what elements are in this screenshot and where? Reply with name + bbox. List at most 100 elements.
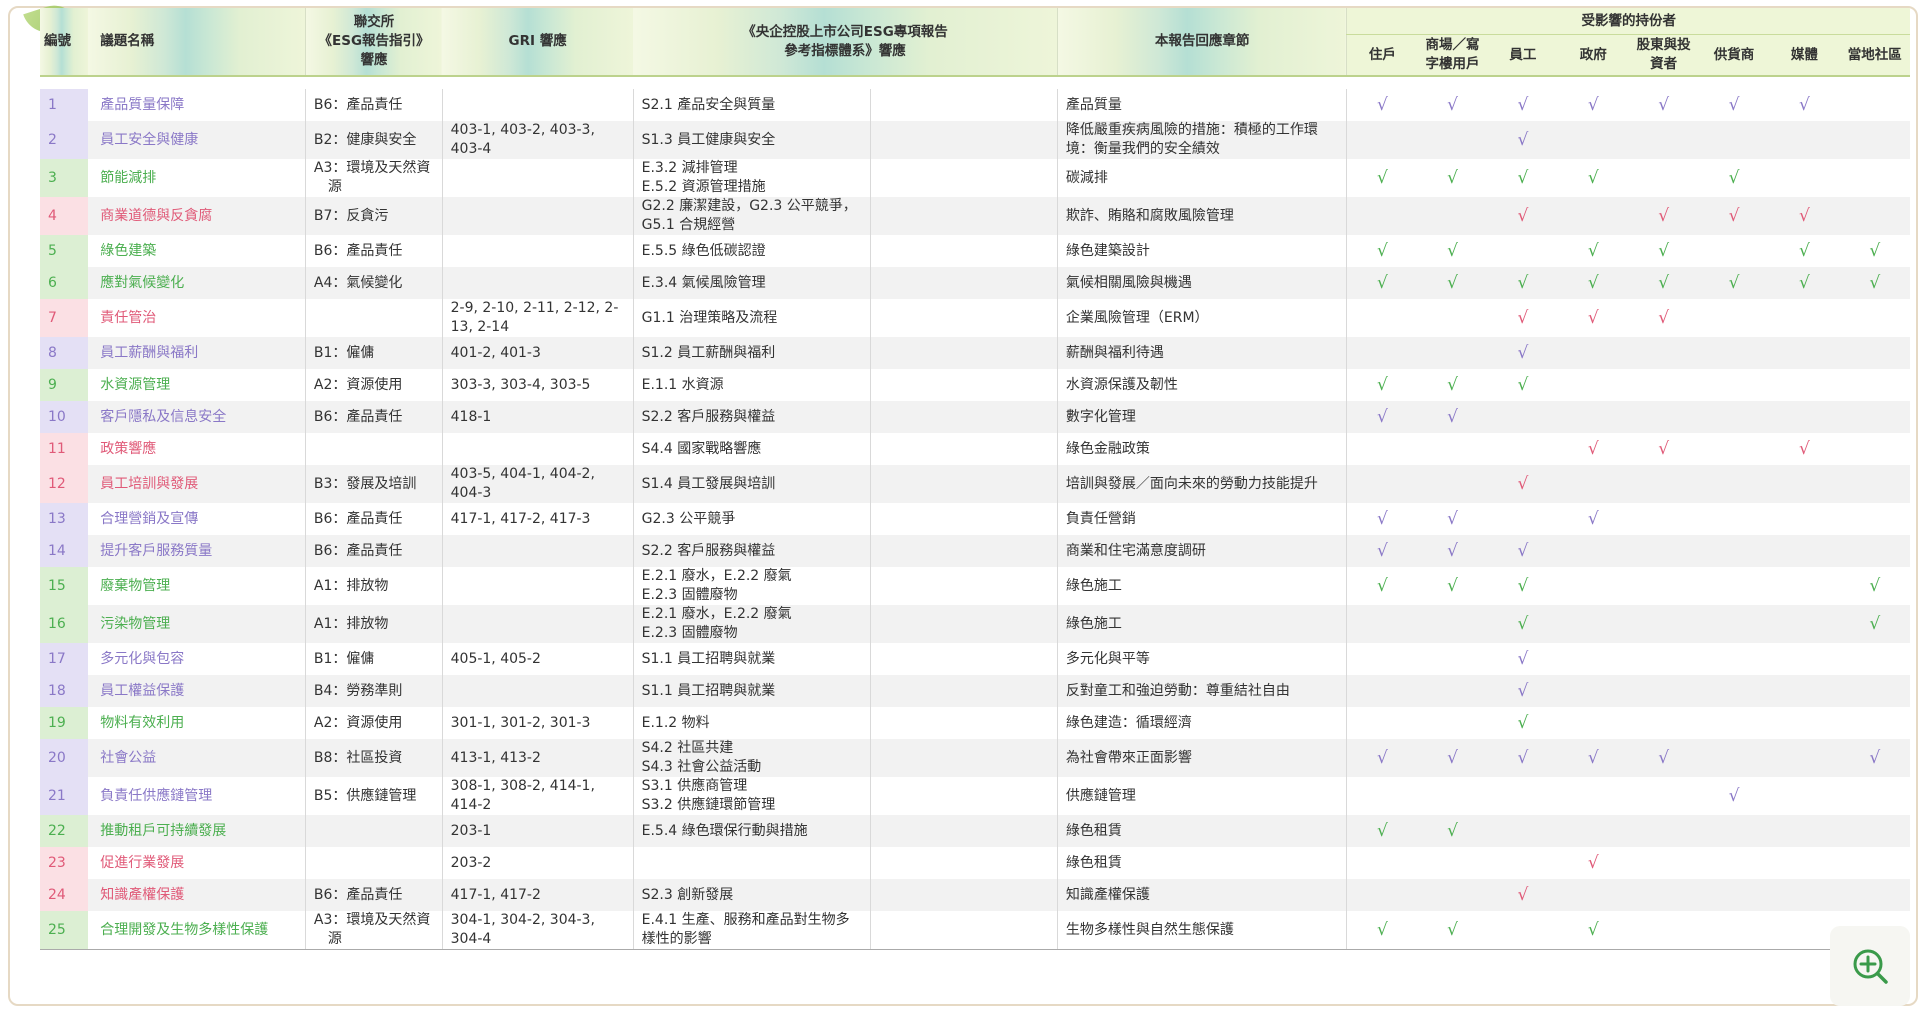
stakeholder-check xyxy=(1769,159,1839,197)
stakeholder-check xyxy=(1769,535,1840,567)
topic-name: 廢棄物管理 xyxy=(100,577,171,594)
checkmark-icon: √ xyxy=(1517,540,1529,561)
header-stakeholder: 供貨商 xyxy=(1698,34,1770,77)
checkmark-icon: √ xyxy=(1517,613,1529,634)
stakeholder-check xyxy=(1346,299,1418,337)
stakeholder-check: √ xyxy=(1558,433,1628,465)
gri-response xyxy=(441,567,634,605)
blank-cell xyxy=(869,235,1058,267)
stakeholder-check xyxy=(1769,299,1839,337)
checkmark-icon: √ xyxy=(1869,747,1881,768)
row-number: 6 xyxy=(40,267,89,299)
row-number: 25 xyxy=(40,911,89,950)
stakeholder-check: √ xyxy=(1488,707,1558,739)
stakeholder-check xyxy=(1698,535,1770,567)
stakeholder-check xyxy=(1628,159,1698,197)
stakeholder-check xyxy=(1346,465,1418,503)
stakeholder-check xyxy=(1417,299,1487,337)
checkmark-icon: √ xyxy=(1517,884,1529,905)
report-chapter: 降低嚴重疾病風險的措施：積極的工作環境：衡量我們的安全績效 xyxy=(1056,121,1347,159)
checkmark-icon: √ xyxy=(1658,205,1670,226)
blank-cell xyxy=(869,299,1058,337)
stakeholder-check: √ xyxy=(1346,267,1418,299)
gri-response xyxy=(441,89,634,121)
hkex-response: A3：環境及天然資源 xyxy=(304,159,443,197)
gri-response xyxy=(441,433,634,465)
stakeholder-check: √ xyxy=(1488,89,1558,121)
blank-cell xyxy=(869,503,1058,535)
report-chapter: 欺詐、賄賂和腐敗風險管理 xyxy=(1056,197,1347,235)
stakeholder-check xyxy=(1840,159,1910,197)
hkex-response: B3：發展及培訓 xyxy=(304,465,443,503)
stakeholder-check: √ xyxy=(1769,235,1839,267)
gri-response: 403-5, 404-1, 404-2, 404-3 xyxy=(441,465,634,503)
stakeholder-check xyxy=(1769,707,1839,739)
stakeholder-check xyxy=(1699,707,1769,739)
stakeholder-check xyxy=(1699,433,1769,465)
stakeholder-check xyxy=(1840,89,1910,121)
stakeholder-check xyxy=(1558,465,1629,503)
stakeholder-check: √ xyxy=(1488,643,1558,675)
stakeholder-check: √ xyxy=(1769,197,1840,235)
stakeholder-check xyxy=(1840,503,1910,535)
checkmark-icon: √ xyxy=(1447,167,1458,188)
sasac-response: E.2.1 廢水，E.2.2 廢氣 E.2.3 固體廢物 xyxy=(632,567,871,605)
checkmark-icon: √ xyxy=(1728,272,1740,293)
stakeholder-check: √ xyxy=(1839,739,1910,777)
stakeholder-check xyxy=(1769,567,1839,605)
stakeholder-check xyxy=(1769,643,1839,675)
stakeholder-check xyxy=(1628,879,1699,911)
stakeholder-check xyxy=(1698,605,1770,643)
stakeholder-check xyxy=(1769,739,1840,777)
hkex-response: A2：資源使用 xyxy=(304,369,443,401)
stakeholder-check xyxy=(1769,675,1840,707)
row-number: 18 xyxy=(40,675,89,707)
stakeholder-check xyxy=(1699,847,1769,879)
stakeholder-check: √ xyxy=(1699,89,1769,121)
stakeholder-check xyxy=(1698,337,1770,369)
checkmark-icon: √ xyxy=(1517,473,1529,494)
stakeholder-check xyxy=(1840,369,1910,401)
blank-cell xyxy=(869,739,1058,777)
gri-response: 203-2 xyxy=(441,847,634,879)
topic-name: 節能減排 xyxy=(100,169,157,186)
gri-response: 304-1, 304-2, 304-3, 304-4 xyxy=(441,911,634,950)
table-row: 5 綠色建築 B6：產品責任 E.5.5 綠色低碳認證 綠色建築設計 √ √ √ √ √ √ xyxy=(40,235,1910,267)
report-chapter: 供應鏈管理 xyxy=(1056,777,1347,815)
stakeholder-check: √ xyxy=(1346,401,1418,433)
checkmark-icon: √ xyxy=(1447,374,1458,395)
checkmark-icon: √ xyxy=(1447,94,1458,115)
header-hkex: 聯交所 《ESG報告指引》 響應 xyxy=(304,8,443,77)
header-stakeholder: 住戶 xyxy=(1346,34,1418,77)
hkex-response xyxy=(304,433,443,465)
header-sasac: 《央企控股上市公司ESG專項報告 參考指標體系》響應 xyxy=(633,8,1058,77)
table-row: 24 知識產權保護 B6：產品責任 417-1, 417-2 S2.3 創新發展 知識產權… xyxy=(40,879,1910,911)
checkmark-icon: √ xyxy=(1517,680,1529,701)
stakeholder-check xyxy=(1839,675,1910,707)
stakeholder-check xyxy=(1839,121,1910,159)
stakeholder-check xyxy=(1417,777,1487,815)
topic-name: 應對氣候變化 xyxy=(88,267,306,299)
checkmark-icon: √ xyxy=(1376,747,1388,768)
gri-response xyxy=(441,267,634,299)
table-row: 15 廢棄物管理 A1：排放物 E.2.1 廢水，E.2.2 廢氣 E.2.3 固體廢… xyxy=(40,567,1910,605)
stakeholder-check: √ xyxy=(1488,299,1558,337)
table-row: 8 員工薪酬與福利 B1：僱傭 401-2, 401-3 S1.2 員工薪酬與福利 薪酬與… xyxy=(40,337,1910,369)
checkmark-icon: √ xyxy=(1658,307,1670,328)
checkmark-icon: √ xyxy=(1447,575,1458,596)
hkex-response: A1：排放物 xyxy=(304,567,443,605)
stakeholder-check xyxy=(1628,847,1698,879)
topic-name: 社會公益 xyxy=(88,739,306,777)
stakeholder-check: √ xyxy=(1558,847,1628,879)
sasac-response xyxy=(632,847,871,879)
stakeholder-check: √ xyxy=(1487,675,1559,707)
hkex-response: B6：產品責任 xyxy=(304,879,443,911)
gri-response: 405-1, 405-2 xyxy=(441,643,634,675)
row-number: 8 xyxy=(40,337,89,369)
stakeholder-check xyxy=(1840,847,1910,879)
row-number: 22 xyxy=(40,815,89,847)
topic-name: 產品質量保障 xyxy=(100,96,185,113)
stakeholder-check: √ xyxy=(1558,299,1628,337)
zoom-in-button[interactable] xyxy=(1830,926,1910,1006)
stakeholder-check xyxy=(1488,235,1558,267)
